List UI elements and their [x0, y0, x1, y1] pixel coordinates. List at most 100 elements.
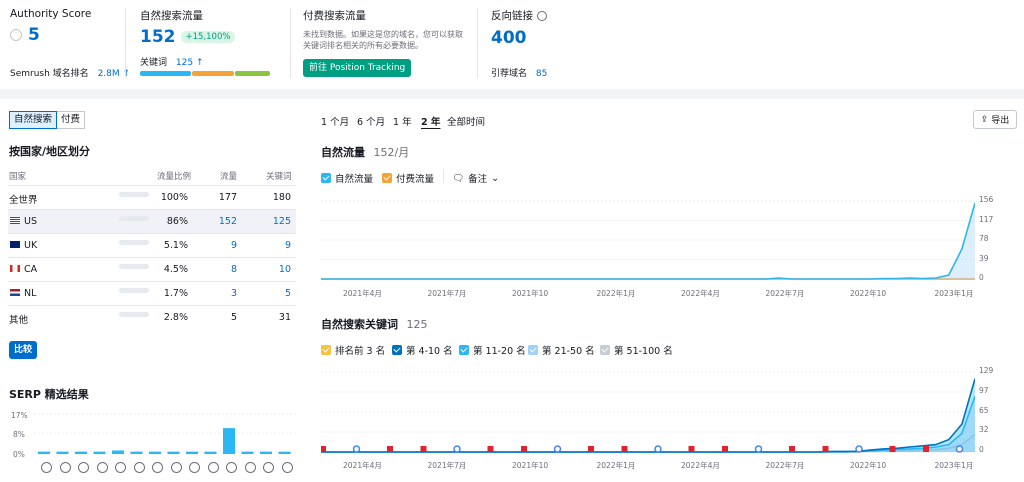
serp-bar[interactable] [75, 452, 87, 454]
organic-toggle-button[interactable]: 自然搜索 [9, 111, 57, 129]
header-country: 国家 [9, 170, 26, 182]
flag-marker-icon[interactable] [923, 446, 929, 452]
authority-value[interactable]: 5 [28, 25, 40, 45]
period-option[interactable]: 1 个月 [321, 114, 349, 128]
serp-bar[interactable] [168, 452, 180, 454]
keywords-legend-item[interactable]: 排名前 3 名 [321, 343, 385, 357]
google-update-icon[interactable] [756, 446, 762, 452]
rank-value[interactable]: 2.8M [98, 69, 120, 79]
keywords-legend-item[interactable]: 第 21-50 名 [528, 343, 595, 357]
compare-button[interactable]: 比较 [9, 341, 37, 359]
keywords-subtitle: 125 [407, 318, 428, 331]
serp-bar[interactable] [260, 452, 272, 454]
y-tick-label: 65 [979, 406, 989, 415]
traffic-value[interactable]: 152 [203, 216, 237, 227]
serp-feature-icon[interactable] [189, 462, 200, 473]
header-traffic[interactable]: 流量 [220, 170, 237, 182]
serp-bar[interactable] [94, 452, 106, 454]
serp-bar[interactable] [112, 450, 124, 454]
table-row[interactable]: NL1.7%35 [8, 281, 296, 305]
header-share[interactable]: 流量比例 [157, 170, 191, 182]
organic-value[interactable]: 152 [140, 27, 176, 47]
table-row[interactable]: CA4.5%810 [8, 257, 296, 281]
ref-domains-value[interactable]: 85 [536, 69, 547, 79]
flag-marker-icon[interactable] [387, 446, 393, 452]
google-update-icon[interactable] [354, 446, 360, 452]
flag-marker-icon[interactable] [421, 446, 427, 452]
chevron-down-icon: ⌄ [491, 173, 499, 184]
serp-feature-icon[interactable] [226, 462, 237, 473]
notes-dropdown[interactable]: 🗨备注⌄ [452, 171, 499, 185]
serp-feature-icon[interactable] [97, 462, 108, 473]
serp-feature-icon[interactable] [282, 462, 293, 473]
google-update-icon[interactable] [957, 446, 963, 452]
serp-feature-icon[interactable] [263, 462, 274, 473]
serp-bar[interactable] [223, 428, 235, 454]
flag-marker-icon[interactable] [321, 446, 326, 452]
traffic-value[interactable]: 3 [203, 288, 237, 299]
serp-bar[interactable] [186, 452, 198, 454]
series-line[interactable] [321, 379, 975, 452]
serp-feature-icon[interactable] [152, 462, 163, 473]
serp-bar[interactable] [149, 452, 161, 454]
legend-organic[interactable]: 自然流量 [321, 171, 373, 185]
kw-value[interactable]: 125 [176, 58, 193, 68]
serp-bar[interactable] [57, 452, 69, 454]
table-row[interactable]: UK5.1%99 [8, 233, 296, 257]
period-option[interactable]: 全部时间 [447, 114, 485, 128]
legend-paid[interactable]: 付费流量 [382, 171, 434, 185]
header-keywords[interactable]: 关键词 [266, 170, 292, 182]
flag-marker-icon[interactable] [588, 446, 594, 452]
period-option[interactable]: 6 个月 [357, 114, 385, 128]
series-line[interactable] [321, 203, 975, 279]
checkbox-icon [528, 345, 538, 355]
flag-marker-icon[interactable] [521, 446, 527, 452]
keywords-legend-item[interactable]: 第 4-10 名 [392, 343, 453, 357]
paid-toggle-button[interactable]: 付费 [57, 111, 85, 129]
keywords-value[interactable]: 10 [256, 264, 291, 275]
keywords-value[interactable]: 9 [256, 240, 291, 251]
position-tracking-button[interactable]: 前往 Position Tracking [303, 59, 411, 77]
flag-marker-icon[interactable] [823, 446, 829, 452]
traffic-value[interactable]: 8 [203, 264, 237, 275]
series-line[interactable] [321, 396, 975, 452]
traffic-value[interactable]: 9 [203, 240, 237, 251]
keywords-legend-item[interactable]: 第 51-100 名 [600, 343, 673, 357]
flag-marker-icon[interactable] [789, 446, 795, 452]
google-update-icon[interactable] [655, 446, 661, 452]
flag-marker-icon[interactable] [689, 446, 695, 452]
serp-feature-icon[interactable] [115, 462, 126, 473]
period-option[interactable]: 2 年 [421, 114, 440, 128]
google-update-icon[interactable] [454, 446, 460, 452]
serp-bar[interactable] [242, 452, 254, 454]
google-update-icon[interactable] [856, 446, 862, 452]
serp-feature-icon[interactable] [208, 462, 219, 473]
keywords-legend-item[interactable]: 第 11-20 名 [459, 343, 526, 357]
serp-feature-icon[interactable] [245, 462, 256, 473]
serp-feature-icon[interactable] [134, 462, 145, 473]
serp-feature-icon[interactable] [60, 462, 71, 473]
flag-ca-icon [10, 265, 20, 272]
serp-bar[interactable] [205, 452, 217, 454]
period-option[interactable]: 1 年 [393, 114, 412, 128]
table-row[interactable]: 全世界100%177180 [8, 185, 296, 209]
keywords-value[interactable]: 125 [256, 216, 291, 227]
backlinks-value[interactable]: 400 [491, 28, 611, 48]
serp-feature-icon[interactable] [41, 462, 52, 473]
google-update-icon[interactable] [555, 446, 561, 452]
keywords-value[interactable]: 5 [256, 288, 291, 299]
serp-bar[interactable] [131, 452, 143, 454]
serp-bar[interactable] [38, 452, 50, 454]
table-row[interactable]: US86%152125 [8, 209, 296, 233]
authority-label: Authority Score [10, 8, 125, 20]
flag-marker-icon[interactable] [488, 446, 494, 452]
table-row[interactable]: 其他2.8%531 [8, 305, 296, 329]
serp-feature-icon[interactable] [171, 462, 182, 473]
flag-marker-icon[interactable] [622, 446, 628, 452]
series-area [321, 396, 975, 452]
export-button[interactable]: ⇪ 导出 [973, 110, 1017, 129]
flag-marker-icon[interactable] [890, 446, 896, 452]
serp-feature-icon[interactable] [78, 462, 89, 473]
flag-marker-icon[interactable] [722, 446, 728, 452]
serp-bar[interactable] [279, 452, 291, 454]
